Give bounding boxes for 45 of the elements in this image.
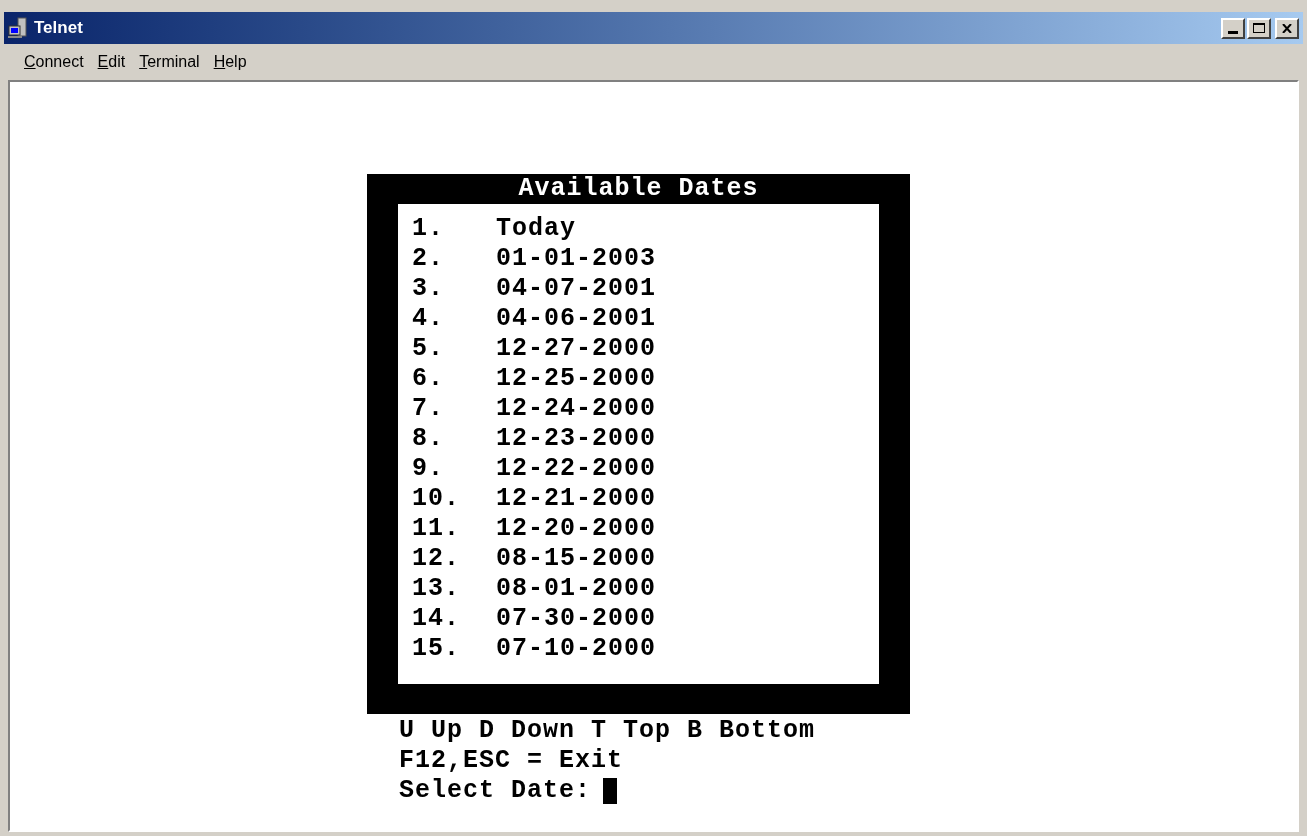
option-date: 12-25-2000: [496, 364, 657, 394]
option-date: 12-21-2000: [496, 484, 657, 514]
option-number: 1.: [412, 214, 445, 244]
option-date: Today: [496, 214, 576, 244]
option-date: 12-24-2000: [496, 394, 657, 424]
maximize-button[interactable]: [1247, 17, 1271, 39]
option-number: 3.: [412, 274, 445, 304]
menu-item[interactable]: Connect: [24, 50, 84, 74]
option-number: 8.: [412, 424, 445, 454]
computer-icon: [8, 17, 30, 39]
option-number: 9.: [412, 454, 445, 484]
option-date: 12-22-2000: [496, 454, 657, 484]
option-date: 12-23-2000: [496, 424, 657, 454]
option-date: 07-30-2000: [496, 604, 657, 634]
close-icon: [1282, 23, 1292, 33]
option-number: 11.: [412, 514, 461, 544]
help-text: F12,ESC = Exit: [399, 746, 625, 776]
text-cursor: [603, 778, 618, 804]
option-date: 12-27-2000: [496, 334, 657, 364]
option-number: 6.: [412, 364, 445, 394]
menu-item[interactable]: Terminal: [139, 50, 200, 74]
menu-item[interactable]: Help: [213, 50, 247, 74]
option-date: 04-06-2001: [496, 304, 657, 334]
option-number: 13.: [412, 574, 461, 604]
window-title: Telnet: [34, 17, 83, 40]
close-button[interactable]: [1275, 17, 1299, 39]
prompt-text: Select Date:: [399, 776, 592, 806]
option-number: 4.: [412, 304, 445, 334]
option-number: 7.: [412, 394, 445, 424]
option-number: 2.: [412, 244, 445, 274]
option-number: 14.: [412, 604, 461, 634]
option-number: 15.: [412, 634, 461, 664]
menu-item[interactable]: Edit: [97, 50, 126, 74]
option-number: 10.: [412, 484, 461, 514]
option-number: 5.: [412, 334, 445, 364]
help-text: U Up D Down T Top B Bottom: [399, 716, 817, 746]
minimize-button[interactable]: [1221, 17, 1245, 39]
option-date: 08-01-2000: [496, 574, 657, 604]
option-date: 04-07-2001: [496, 274, 657, 304]
option-date: 07-10-2000: [496, 634, 657, 664]
option-number: 12.: [412, 544, 461, 574]
option-date: 01-01-2003: [496, 244, 657, 274]
panel-title: Available Dates: [517, 174, 760, 204]
option-date: 08-15-2000: [496, 544, 657, 574]
option-date: 12-20-2000: [496, 514, 657, 544]
